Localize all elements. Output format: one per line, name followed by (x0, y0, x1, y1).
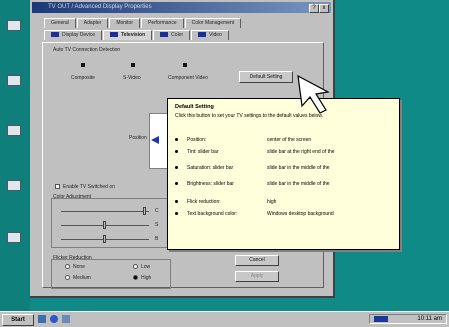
tooltip-row-value: center of the screen (267, 137, 312, 143)
close-button[interactable]: x (319, 4, 329, 13)
detect-label: Auto TV Connection Detection (53, 47, 121, 53)
tooltip-row: Tint: slider bar slide bar at the right e… (175, 149, 393, 160)
tooltip-row-value: slide bar in the middle of the (267, 181, 330, 187)
flicker-low-label: Low (141, 264, 151, 270)
color-adjust-group (51, 198, 171, 248)
tab-row-2: Display Device Television Color Video (44, 30, 230, 40)
tooltip-row-name: Text background color: (187, 211, 238, 217)
tab-general[interactable]: General (44, 18, 76, 28)
tab-adapter[interactable]: Adapter (76, 18, 109, 28)
flicker-high-radio[interactable] (133, 275, 138, 280)
tooltip-row: Text background color: Windows desktop ba… (175, 211, 393, 222)
window-title: TV OUT / Advanced Display Properties (48, 4, 152, 10)
tab-television[interactable]: Television (103, 30, 153, 40)
tooltip-title: Default Setting (175, 104, 214, 110)
taskbar: Start 10:11 am (0, 311, 449, 327)
tooltip-row: Saturation: slider bar slide bar in the m… (175, 165, 393, 176)
tooltip-row-name: Brightness: slider bar (187, 181, 234, 187)
tooltip-row-value: slide bar in the middle of the (267, 165, 330, 171)
default-setting-tooltip: Default Setting Click this button to set… (167, 98, 400, 250)
tab-color[interactable]: Color (153, 30, 191, 40)
flicker-medium-label: Medium (73, 275, 91, 281)
tooltip-row: Brightness: slider bar slide bar in the m… (175, 181, 393, 192)
brightness-slider[interactable] (103, 235, 106, 243)
tab-row-1: General Adapter Monitor Performance Colo… (44, 18, 242, 28)
system-tray: 10:11 am (369, 314, 447, 324)
desktop-icon[interactable] (6, 232, 22, 246)
help-button[interactable]: ? (309, 4, 319, 13)
desktop-icon[interactable] (6, 20, 22, 34)
tint-slider[interactable] (143, 207, 146, 215)
show-desktop-icon[interactable] (38, 315, 46, 323)
flicker-none-label: None (73, 264, 85, 270)
tooltip-row-name: Saturation: slider bar (187, 165, 234, 171)
brightness-label: B (155, 236, 159, 242)
saturation-label: S (155, 222, 159, 228)
tab-performance[interactable]: Performance (141, 18, 184, 28)
position-label: Position (129, 135, 147, 141)
tooltip-row-name: Flick reduction: (187, 199, 221, 205)
svideo-indicator (131, 63, 135, 67)
start-label: Start (11, 317, 25, 323)
tint-label: C (155, 208, 159, 214)
connector-label-composite: Composite (71, 75, 95, 81)
browser-icon[interactable] (50, 315, 58, 323)
flicker-medium-radio[interactable] (65, 275, 70, 280)
flicker-none-radio[interactable] (65, 264, 70, 269)
desktop-icon-column (0, 0, 30, 312)
tab-monitor[interactable]: Monitor (109, 18, 140, 28)
tab-color-management[interactable]: Color Management (184, 18, 242, 28)
connector-label-component: Component Video (168, 75, 208, 81)
cancel-button[interactable]: Cancel (235, 255, 279, 266)
channels-icon[interactable] (62, 315, 70, 323)
tooltip-row-value: slide bar at the right end of the (267, 149, 335, 155)
tray-display-icon[interactable] (374, 316, 388, 322)
title-bar: TV OUT / Advanced Display Properties ? x (32, 2, 331, 13)
composite-indicator (81, 63, 85, 67)
component-indicator (183, 63, 187, 67)
enable-tv-label: Enable TV Switched on (63, 184, 115, 190)
tab-video[interactable]: Video (191, 30, 229, 40)
desktop-icon[interactable] (6, 75, 22, 89)
desktop-icon[interactable] (6, 125, 22, 139)
tooltip-row-name: Position: (187, 137, 207, 143)
default-setting-button[interactable]: Default Setting (239, 71, 293, 83)
start-button[interactable]: Start (2, 314, 34, 326)
tint-track (61, 211, 149, 212)
tooltip-row-value: Windows desktop background (267, 211, 334, 217)
tooltip-intro: Click this button to set your TV setting… (175, 113, 324, 119)
clock[interactable]: 10:11 am (417, 316, 442, 322)
connector-label-svideo: S-Video (123, 75, 141, 81)
saturation-slider[interactable] (103, 221, 106, 229)
tooltip-row: Flick reduction: high (175, 199, 393, 210)
desktop-icon[interactable] (6, 180, 22, 194)
tab-display-device[interactable]: Display Device (44, 30, 103, 40)
mouse-pointer-icon (297, 74, 330, 114)
tooltip-row: Position: center of the screen (175, 137, 393, 148)
flicker-high-label: High (141, 275, 152, 281)
enable-tv-checkbox[interactable] (55, 184, 60, 189)
tooltip-row-value: high (267, 199, 277, 205)
apply-button[interactable]: Apply (235, 271, 279, 282)
position-preview[interactable] (149, 113, 169, 169)
flicker-low-radio[interactable] (133, 264, 138, 269)
tooltip-row-name: Tint: slider bar (187, 149, 219, 155)
